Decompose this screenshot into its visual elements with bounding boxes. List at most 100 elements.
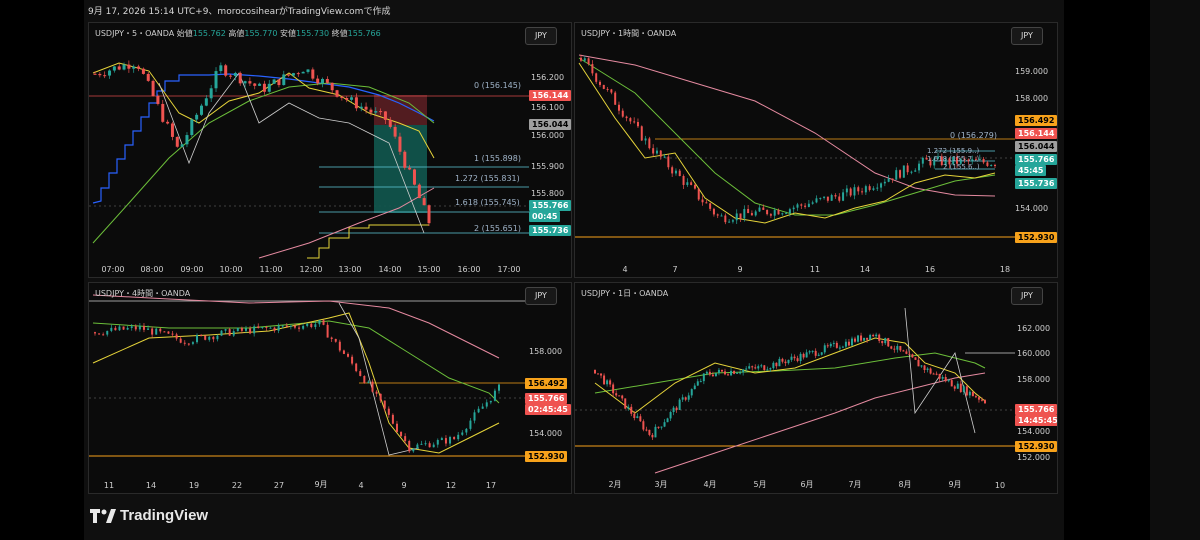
- candle-body: [489, 400, 492, 403]
- chart-panel-5min[interactable]: USDJPY・5・OANDA 始値155.762 高値155.770 安値155…: [88, 22, 572, 278]
- candle-body: [802, 353, 805, 358]
- candle-body: [849, 188, 852, 196]
- candle-body: [872, 334, 875, 337]
- candle-body: [766, 209, 769, 215]
- candle-body: [167, 331, 170, 334]
- candle-body: [141, 68, 145, 74]
- chart-plot-4h[interactable]: [89, 283, 572, 494]
- price-axis-label: 160.000: [1017, 349, 1051, 358]
- candle-body: [112, 66, 116, 71]
- candle-body: [345, 97, 349, 100]
- candle-body: [610, 89, 613, 93]
- candle-body: [878, 334, 881, 341]
- time-axis-label: 7: [672, 265, 678, 274]
- candle-body: [910, 171, 913, 173]
- candle-body: [253, 83, 257, 86]
- candle-body: [427, 205, 431, 224]
- candle-body: [651, 434, 654, 438]
- candle-body: [347, 353, 350, 357]
- candle-body: [122, 64, 126, 70]
- candle-body: [876, 187, 879, 189]
- candle-body: [654, 426, 657, 438]
- chart-plot-5min[interactable]: [89, 23, 572, 278]
- candle-body: [804, 205, 807, 207]
- candle-body: [183, 342, 186, 344]
- candle-body: [663, 422, 666, 427]
- candle-body: [763, 365, 766, 371]
- time-axis-label: 10:00: [219, 265, 243, 274]
- candle-body: [449, 436, 452, 444]
- currency-button[interactable]: JPY: [1011, 27, 1043, 45]
- currency-button[interactable]: JPY: [525, 27, 557, 45]
- candle-body: [379, 111, 383, 113]
- candle-body: [621, 395, 624, 399]
- candle-body: [655, 150, 658, 154]
- currency-button[interactable]: JPY: [1011, 287, 1043, 305]
- chart-panel-1d[interactable]: USDJPY・1日・OANDA JPY 162.000 160.000 158.…: [574, 282, 1058, 494]
- chart-panel-1h[interactable]: USDJPY・1時間・OANDA JPY 159.000 158.000 154…: [574, 22, 1058, 278]
- tradingview-logo[interactable]: TradingView: [90, 507, 208, 524]
- candle-body: [727, 374, 730, 376]
- current-price-badge: 155.766: [1015, 154, 1057, 165]
- candle-body: [817, 354, 820, 356]
- time-axis-label: 4月: [703, 480, 717, 489]
- candle-body: [191, 342, 194, 344]
- chart-panel-4h[interactable]: USDJPY・4時間・OANDA JPY 158.000 154.000 156…: [88, 282, 572, 494]
- time-axis-label: 19: [188, 481, 200, 490]
- candle-body: [652, 148, 655, 154]
- chart-plot-1d[interactable]: [575, 283, 1058, 494]
- candle-body: [350, 97, 354, 100]
- candle-body: [905, 351, 908, 354]
- time-axis-label: 14: [145, 481, 157, 490]
- candle-body: [175, 334, 178, 339]
- candle-body: [962, 386, 965, 392]
- candle-body: [326, 324, 329, 338]
- candle-body: [338, 341, 341, 351]
- price-badge: 155.736: [1015, 178, 1057, 189]
- candle-body: [667, 156, 670, 168]
- candle-body: [602, 84, 605, 89]
- candle-body: [587, 58, 590, 65]
- candle-body: [751, 366, 754, 368]
- candle-body: [146, 73, 150, 81]
- candle-body: [690, 182, 693, 185]
- candle-body: [823, 345, 826, 353]
- candle-body: [453, 436, 456, 440]
- candle-body: [196, 335, 199, 343]
- candle-body: [151, 328, 154, 335]
- candle-body: [711, 374, 714, 377]
- candle-body: [693, 385, 696, 390]
- price-badge: 156.044: [1015, 141, 1057, 152]
- price-badge: 156.044: [529, 119, 571, 130]
- panel-title-4h: USDJPY・4時間・OANDA: [95, 289, 191, 298]
- price-axis-label: 155.900: [531, 162, 565, 171]
- candle-body: [171, 333, 174, 335]
- candle-body: [301, 71, 305, 74]
- chart-plot-1h[interactable]: [575, 23, 1058, 278]
- candle-body: [994, 164, 996, 166]
- time-axis-label: 17: [485, 481, 497, 490]
- current-price-badge: 155.766: [529, 200, 571, 211]
- candle-body: [212, 336, 215, 340]
- price-badge: 156.492: [1015, 115, 1057, 126]
- time-axis-label: 08:00: [140, 265, 164, 274]
- candle-body: [612, 384, 615, 394]
- candle-body: [428, 443, 431, 448]
- candle-body: [891, 178, 894, 180]
- candle-body: [272, 79, 276, 84]
- time-axis-label: 22: [231, 481, 243, 490]
- candle-body: [823, 196, 826, 198]
- candle-body: [633, 121, 636, 123]
- candle-body: [412, 448, 415, 452]
- candle-body: [745, 368, 748, 370]
- price-axis-label: 152.000: [1017, 453, 1051, 462]
- candle-body: [642, 421, 645, 430]
- candle-body: [175, 136, 179, 147]
- candle-body: [93, 73, 97, 75]
- candle-body: [393, 126, 397, 137]
- time-axis-label: 12: [445, 481, 457, 490]
- currency-button[interactable]: JPY: [525, 287, 557, 305]
- candle-body: [932, 373, 935, 375]
- candle-body: [842, 192, 845, 201]
- candle-body: [829, 343, 832, 347]
